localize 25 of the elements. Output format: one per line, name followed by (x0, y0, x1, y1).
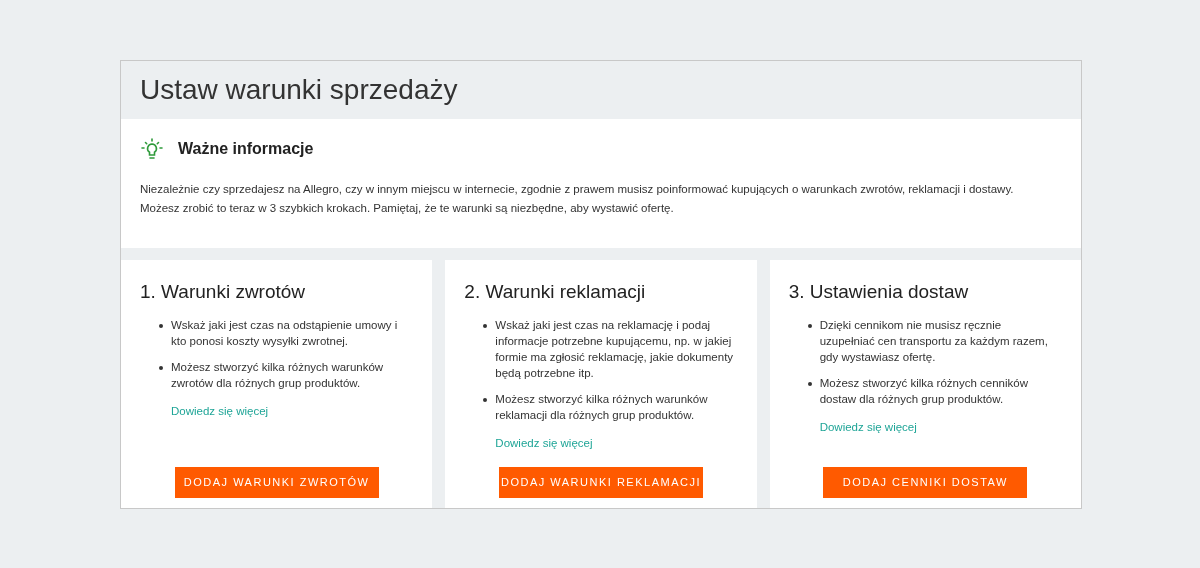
bullet-icon (159, 324, 163, 328)
bullet-icon (483, 398, 488, 402)
info-paragraph: Niezależnie czy sprzedajesz na Allegro, czy w innym miejscu w internecie, zgodnie z prawem musisz poinformować kupujących o warunkach zwrotów, reklamacji i dostawy. Możesz zrobić to teraz w 3 szybkich krokach. Pamiętaj, że te warunki są niezbędne, aby wystawić ofertę. (140, 182, 1015, 216)
bullet-text: Wskaż jaki jest czas na odstąpienie umowy i kto ponosi koszty wysyłki zwrotnej. (171, 318, 399, 349)
bullet-icon (807, 324, 812, 328)
add-button[interactable]: DODAJ WARUNKI REKLAMACJI (499, 467, 703, 498)
bullet-text: Dzięki cennikom nie musisz ręcznie uzupełniać cen transportu za każdym razem, gdy wystawiasz ofertę. (819, 318, 1049, 365)
add-button[interactable]: DODAJ WARUNKI ZWROTÓW (174, 467, 379, 498)
section-heading: Ważne informacje (178, 139, 314, 159)
card-title: 2. Warunki reklamacji (464, 280, 647, 304)
bullet-text: Możesz stworzyć kilka różnych warunków zwrotów dla różnych grup produktów. (171, 360, 385, 391)
lightbulb-icon (140, 137, 164, 161)
bullet-icon (807, 382, 812, 386)
card-title: 3. Ustawienia dostaw (788, 280, 970, 304)
bullet-text: Możesz stworzyć kilka różnych cenników dostaw dla różnych grup produktów. (819, 376, 1029, 407)
bullet-text: Wskaż jaki jest czas na reklamację i podaj informacje potrzebne kupującemu, np. w jakiej formie ma zgłosić reklamację, jakie dokumenty będą potrzebne itp. (495, 318, 734, 381)
add-button[interactable]: DODAJ CENNIKI DOSTAW (823, 467, 1028, 498)
bullet-text: Możesz stworzyć kilka różnych warunków reklamacji dla różnych grup produktów. (495, 392, 709, 423)
bullet-icon (483, 324, 488, 328)
learn-more-link[interactable]: Dowiedz się więcej (171, 403, 269, 421)
bullet-icon (159, 366, 163, 370)
learn-more-link[interactable]: Dowiedz się więcej (819, 419, 917, 437)
card-title: 1. Warunki zwrotów (140, 280, 307, 304)
page-title: Ustaw warunki sprzedaży (140, 76, 458, 104)
learn-more-link[interactable]: Dowiedz się więcej (495, 435, 593, 453)
